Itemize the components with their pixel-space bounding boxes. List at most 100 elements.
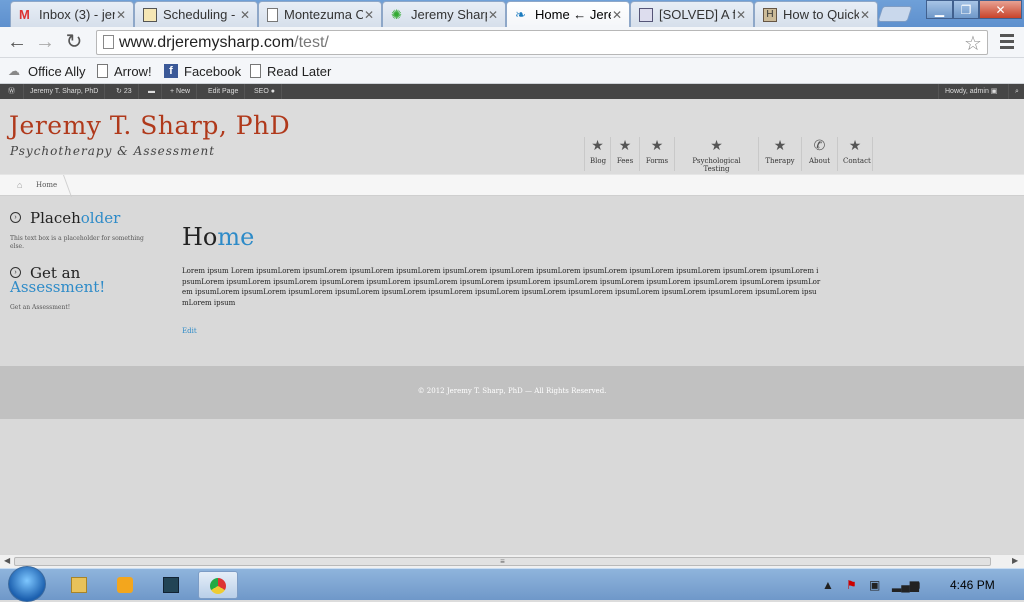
page-icon (103, 35, 114, 49)
chrome-menu-icon[interactable] (1000, 34, 1014, 52)
scroll-left-icon[interactable]: ◀ (4, 556, 10, 565)
gmail-icon: M (19, 6, 30, 22)
maximize-button[interactable]: ❐ (953, 0, 979, 19)
folder-icon (71, 577, 87, 593)
admin-edit-page[interactable]: Edit Page (202, 84, 246, 99)
refresh-icon: ↻ (116, 88, 124, 95)
nav-forms[interactable]: ★ Forms (639, 137, 674, 171)
url-host: www.drjeremysharp.com (119, 34, 295, 51)
bookmark-office-ally[interactable]: ☁ Office Ally (8, 62, 86, 80)
facebook-icon: f (164, 64, 178, 78)
chevron-right-icon: › (10, 267, 21, 278)
close-icon[interactable]: ✕ (735, 8, 747, 22)
new-tab-button[interactable] (877, 6, 913, 22)
breadcrumb: ⌂ Home (0, 174, 1024, 197)
close-icon[interactable]: ✕ (239, 8, 251, 22)
home-icon[interactable]: ⌂ (17, 180, 22, 190)
site-page: Jeremy T. Sharp, PhD Psychotherapy & Ass… (0, 99, 1024, 556)
flag-icon[interactable]: ⚑ (846, 578, 857, 592)
close-icon[interactable]: ✕ (611, 8, 623, 22)
horizontal-scrollbar[interactable]: ◀ ≡ ▶ (0, 554, 1024, 568)
close-icon[interactable]: ✕ (859, 8, 871, 22)
tab-home-active[interactable]: ❧ Home ← Jerer ✕ (506, 1, 630, 27)
tab-jeremy-sharp[interactable]: ✺ Jeremy Sharp ✕ (382, 1, 506, 27)
page-body-text: Lorem ipsum Lorem ipsumLorem ipsumLorem … (182, 267, 821, 307)
scrollbar-thumb[interactable]: ≡ (14, 557, 991, 566)
tab-title: Scheduling - (163, 7, 236, 22)
nav-contact[interactable]: ★ Contact (837, 137, 873, 171)
tab-scheduling[interactable]: Scheduling - ✕ (134, 1, 258, 27)
tray-app-icon[interactable]: ▣ (869, 578, 880, 592)
taskbar-chrome[interactable] (198, 571, 238, 599)
scroll-right-icon[interactable]: ▶ (1012, 556, 1018, 565)
nav-blog[interactable]: ★ Blog (584, 137, 610, 171)
admin-updates[interactable]: ↻ 23 (110, 84, 139, 99)
tab-solved[interactable]: [SOLVED] A fe ✕ (630, 1, 754, 27)
wp-admin-bar: Ⓦ Jeremy T. Sharp, PhD ↻ 23 ▬ + New Edit… (0, 84, 1024, 99)
nav-about[interactable]: ✆ About (801, 137, 837, 171)
nav-therapy[interactable]: ★ Therapy (758, 137, 801, 171)
phone-icon: ✆ (813, 137, 826, 153)
search-icon[interactable]: ⌕ (1008, 84, 1024, 99)
edit-link[interactable]: Edit (182, 327, 197, 335)
tab-title: Home ← Jerer (535, 7, 611, 22)
tab-how-to[interactable]: H How to Quick ✕ (754, 1, 878, 27)
admin-howdy[interactable]: Howdy, admin ▣ (938, 84, 1003, 99)
close-icon[interactable]: ✕ (487, 8, 499, 22)
reload-button[interactable]: ↻ (63, 31, 85, 53)
widget-text-assessment[interactable]: Get an Assessment! (10, 304, 155, 312)
bookmark-read-later[interactable]: Read Later (250, 62, 331, 80)
site-title[interactable]: Jeremy T. Sharp, PhD (9, 111, 290, 140)
minimize-button[interactable]: ▁ (926, 0, 953, 19)
updates-count: 23 (123, 88, 132, 95)
widget-title-assessment-b[interactable]: Assessment! (10, 278, 105, 296)
bookmark-star-icon[interactable]: ☆ (964, 31, 982, 56)
nav-label: Therapy (765, 157, 795, 165)
taskbar-media-player[interactable] (106, 571, 146, 599)
browser-window: M Inbox (3) - jere ✕ Scheduling - ✕ Mont… (0, 0, 1024, 602)
bookmark-label: Arrow! (114, 63, 152, 79)
bookmark-facebook[interactable]: f Facebook (164, 62, 241, 80)
bookmark-arrow[interactable]: Arrow! (97, 62, 152, 80)
tab-inbox[interactable]: M Inbox (3) - jere ✕ (10, 1, 134, 27)
tab-montezuma[interactable]: Montezuma C ✕ (258, 1, 382, 27)
page-icon (250, 64, 261, 78)
clock[interactable]: 4:46 PM (950, 578, 995, 592)
show-hidden-icons[interactable]: ▲ (822, 578, 834, 592)
network-icon[interactable]: ▂▄▆ (892, 578, 919, 592)
star-icon: ★ (591, 137, 604, 153)
widget-title-part: Placeh (30, 209, 81, 227)
widget-title-accent: Assessment! (10, 278, 106, 296)
start-button[interactable] (8, 566, 46, 602)
nav-psychological-testing[interactable]: ★ Psychological Testing (674, 137, 758, 173)
avatar: ▣ (990, 88, 998, 95)
close-window-button[interactable]: ✕ (979, 0, 1022, 19)
close-icon[interactable]: ✕ (115, 8, 127, 22)
taskbar-app[interactable] (152, 571, 192, 599)
admin-new[interactable]: + New (164, 84, 198, 99)
admin-seo[interactable]: SEO ● (248, 84, 282, 99)
reload-icon: ↻ (65, 31, 83, 53)
seo-status-icon: ● (270, 88, 275, 95)
forward-button[interactable]: → (34, 31, 56, 53)
close-icon[interactable]: ✕ (363, 8, 375, 22)
wikihow-icon: H (763, 7, 777, 22)
taskbar-explorer[interactable] (60, 571, 100, 599)
admin-site-name[interactable]: Jeremy T. Sharp, PhD (24, 84, 106, 99)
cloud-icon: ☁ (8, 64, 20, 78)
calendar-icon (143, 7, 157, 22)
nav-label: Forms (645, 157, 669, 165)
wordpress-logo-icon[interactable]: Ⓦ (0, 84, 24, 99)
nav-label: Contact (843, 157, 871, 165)
nav-fees[interactable]: ★ Fees (610, 137, 639, 171)
back-button[interactable]: ← (6, 31, 28, 53)
bookmark-label: Read Later (267, 63, 332, 79)
tab-title: Montezuma C (284, 7, 363, 22)
comments-icon[interactable]: ▬ (142, 84, 162, 99)
forum-icon (639, 7, 653, 22)
volume-icon[interactable]: 🔈︎ (916, 578, 923, 593)
nav-label: About (808, 157, 831, 165)
page-title-accent: me (217, 223, 255, 251)
address-bar[interactable]: www.drjeremysharp.com/test/ (96, 30, 988, 55)
star-icon: ★ (710, 137, 723, 153)
